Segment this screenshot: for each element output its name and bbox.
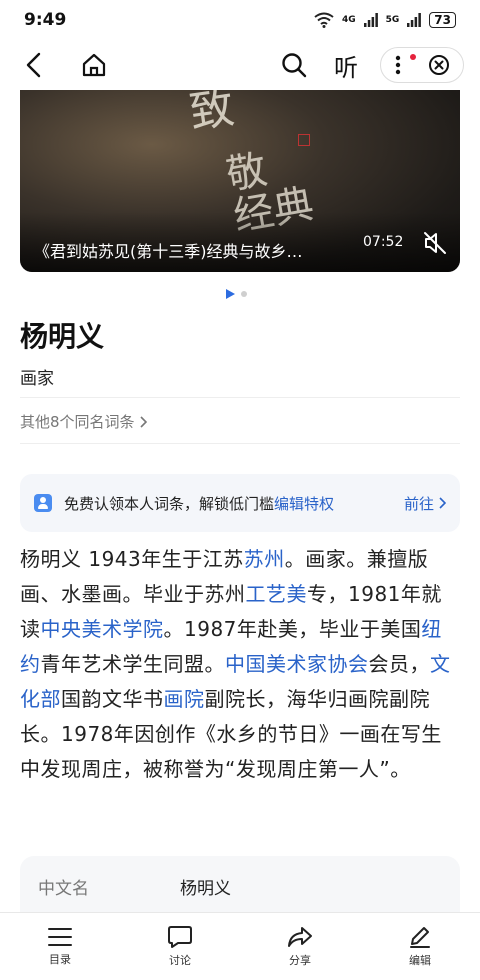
- entry-summary: 杨明义 1943年生于江苏苏州。画家。兼擅版画、水墨画。毕业于苏州工艺美专，19…: [20, 542, 462, 787]
- divider: [20, 443, 460, 444]
- summary-text: 。1987年赴美，毕业于美国: [163, 617, 422, 641]
- list-icon: [48, 928, 72, 946]
- seal-stamp: [298, 134, 310, 146]
- status-bar: 9:49 4G 5G 73: [0, 0, 480, 40]
- top-nav-bar: 听: [0, 40, 480, 90]
- claim-entry-banner[interactable]: 免费认领本人词条，解锁低门槛 编辑特权 前往: [20, 474, 460, 532]
- status-icons: 4G 5G 73: [314, 12, 456, 28]
- share-arrow-icon: [288, 927, 312, 947]
- summary-text: 杨明义 1943年生于江苏: [20, 547, 244, 571]
- summary-link-artists-association[interactable]: 中国美术家协会: [225, 652, 369, 676]
- listen-button[interactable]: 听: [326, 48, 366, 83]
- tab-contents[interactable]: 目录: [0, 913, 120, 980]
- video-banner[interactable]: 致 敬 经典 《君到姑苏见(第十三季)经典与故乡… 07:52: [20, 90, 460, 272]
- video-duration: 07:52: [363, 234, 404, 250]
- bottom-tab-bar: 目录 讨论 分享 编辑: [0, 912, 480, 980]
- nav-right-group: 听: [276, 47, 464, 83]
- chevron-right-icon: [439, 497, 446, 509]
- home-button[interactable]: [76, 47, 112, 83]
- summary-link-cafa[interactable]: 中央美术学院: [41, 617, 164, 641]
- tab-contents-label: 目录: [49, 953, 71, 966]
- tab-share-label: 分享: [289, 954, 311, 967]
- search-icon: [282, 53, 307, 78]
- mute-icon[interactable]: [422, 230, 448, 256]
- chevron-right-icon: [139, 415, 147, 428]
- summary-text: 会员，: [368, 652, 430, 676]
- carousel-dot: [241, 291, 247, 297]
- signal-icon-2: [407, 13, 422, 27]
- back-button[interactable]: [16, 47, 52, 83]
- mini-program-capsule: [380, 47, 464, 83]
- user-icon: [34, 494, 52, 512]
- infobox-value: 杨明义: [180, 879, 231, 899]
- wifi-icon: [314, 12, 334, 28]
- infobox-key: 中文名: [38, 879, 89, 899]
- signal-5g-label: 5G: [385, 15, 400, 25]
- notification-dot: [410, 54, 416, 60]
- carousel-indicator: [226, 289, 247, 299]
- tab-discussion[interactable]: 讨论: [120, 913, 240, 980]
- summary-link-academy[interactable]: 画院: [164, 687, 205, 711]
- carousel-play-indicator: [226, 289, 235, 299]
- chat-bubble-icon: [168, 926, 192, 948]
- chevron-left-icon: [26, 52, 41, 78]
- tab-edit[interactable]: 编辑: [360, 913, 480, 980]
- claim-go-button[interactable]: 前往: [404, 493, 446, 514]
- pencil-icon: [410, 927, 430, 948]
- close-circle-icon[interactable]: [428, 54, 450, 76]
- battery-indicator: 73: [429, 12, 456, 28]
- tab-edit-label: 编辑: [409, 954, 431, 967]
- tab-discussion-label: 讨论: [169, 954, 191, 967]
- claim-link[interactable]: 编辑特权: [274, 493, 334, 514]
- home-icon: [82, 53, 106, 77]
- summary-text: 青年艺术学生同盟。: [40, 652, 225, 676]
- signal-icon: [363, 13, 378, 27]
- claim-go-label: 前往: [403, 494, 434, 513]
- signal-4g-label: 4G: [341, 15, 356, 25]
- entry-title: 杨明义: [20, 320, 105, 353]
- status-time: 9:49: [24, 10, 67, 30]
- banner-calligraphy-top: 致: [186, 90, 238, 139]
- video-caption: 《君到姑苏见(第十三季)经典与故乡…: [34, 242, 303, 261]
- tab-share[interactable]: 分享: [240, 913, 360, 980]
- entry-subtitle: 画家: [20, 369, 54, 389]
- divider: [20, 397, 460, 398]
- other-entries-label: 其他8个同名词条: [20, 413, 135, 431]
- claim-text: 免费认领本人词条，解锁低门槛: [64, 494, 275, 513]
- summary-text: 国韵文华书: [61, 687, 164, 711]
- more-options-icon[interactable]: [395, 55, 401, 75]
- other-entries-link[interactable]: 其他8个同名词条: [20, 411, 147, 432]
- summary-link-suzhou[interactable]: 苏州: [244, 547, 285, 571]
- summary-link-arts-crafts[interactable]: 工艺美: [246, 582, 308, 606]
- search-button[interactable]: [276, 47, 312, 83]
